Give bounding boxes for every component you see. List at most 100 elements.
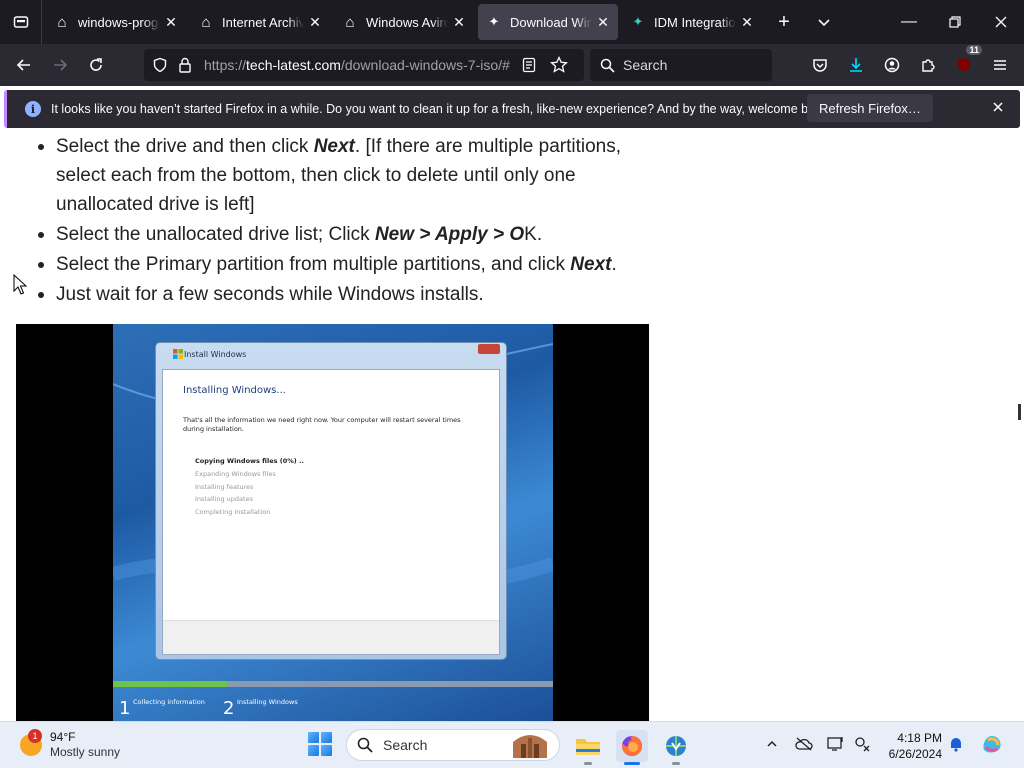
sun-icon: 1: [20, 729, 42, 756]
search-highlight-icon: [513, 735, 547, 758]
taskbar-clock[interactable]: 4:18 PM 6/26/2024: [872, 730, 942, 762]
download-icon: [850, 58, 862, 72]
weather-widget[interactable]: 1 94°F Mostly sunny: [20, 729, 121, 760]
stage-label: Collecting information: [133, 698, 205, 706]
tab-4[interactable]: ✦ Download Windows✕: [478, 4, 618, 40]
bell-icon: [951, 738, 961, 752]
bookmark-star-icon[interactable]: [550, 56, 568, 74]
tab-3[interactable]: ⌂ Windows Aviro ✕: [334, 4, 474, 40]
firefox-taskbar-button[interactable]: [616, 730, 648, 765]
close-notification-button[interactable]: [993, 99, 1003, 115]
installing-message: That's all the information we need right…: [183, 416, 461, 433]
lock-icon: [179, 57, 191, 73]
idm-taskbar-button[interactable]: [660, 730, 692, 765]
show-hidden-icons-button[interactable]: [762, 734, 782, 754]
step-text: Select the unallocated drive list; Click: [56, 224, 375, 245]
chevron-up-icon: [767, 740, 777, 747]
copilot-button[interactable]: [980, 732, 1004, 756]
archive-building-icon: ⌂: [345, 13, 355, 31]
windows7-setup-background: Install Windows Installing Windows... Th…: [113, 324, 553, 721]
install-step: Completing installation: [195, 508, 271, 517]
reader-view-icon[interactable]: [522, 57, 536, 73]
close-tab-icon[interactable]: ✕: [596, 14, 610, 31]
dialog-close-button: [478, 344, 500, 354]
weather-description: Mostly sunny: [50, 745, 121, 759]
onedrive-tray-icon[interactable]: [794, 734, 814, 754]
network-tray-icon[interactable]: [852, 734, 872, 754]
shield-icon: [153, 57, 167, 73]
account-button[interactable]: [876, 49, 908, 81]
network-icon: [855, 737, 870, 752]
tab-title: Windows Aviro: [366, 14, 448, 30]
new-tab-button[interactable]: +: [768, 6, 800, 38]
mouse-cursor-icon: [13, 274, 27, 295]
idm-puzzle-icon: ✦: [632, 14, 644, 29]
pocket-button[interactable]: [804, 49, 836, 81]
puzzle-icon: [922, 59, 935, 72]
step-item: Just wait for a few seconds while Window…: [38, 280, 658, 309]
active-indicator: [624, 762, 640, 765]
app-menu-button[interactable]: [984, 49, 1016, 81]
close-icon: [993, 102, 1003, 112]
arrow-left-icon: [16, 59, 30, 71]
tab-2[interactable]: ⌂ Internet Archive ✕: [190, 4, 330, 40]
close-tab-icon[interactable]: ✕: [452, 14, 466, 31]
step-text: Just wait for a few seconds while Window…: [56, 284, 484, 305]
taskbar-search-label: Search: [383, 737, 428, 753]
tab-title: windows-progress: [78, 14, 160, 30]
start-button[interactable]: [308, 732, 332, 756]
refresh-firefox-button[interactable]: Refresh Firefox…: [807, 94, 933, 122]
dialog-footer: [163, 620, 499, 654]
archive-building-icon: ⌂: [57, 13, 67, 31]
display-icon: [827, 737, 843, 751]
refresh-firefox-notification: i It looks like you haven’t started Fire…: [4, 90, 1020, 128]
tab-1[interactable]: ⌂ windows-progress✕: [46, 4, 186, 40]
notifications-button[interactable]: [946, 734, 966, 754]
step-text: K.: [524, 224, 543, 245]
account-icon: [884, 57, 900, 73]
ublock-origin-button[interactable]: 11: [948, 45, 982, 81]
file-explorer-button[interactable]: [572, 730, 604, 765]
back-button[interactable]: [8, 49, 40, 81]
forward-button[interactable]: [44, 49, 76, 81]
running-indicator: [672, 762, 680, 765]
tab-5[interactable]: ✦ IDM Integration ✕: [622, 4, 762, 40]
notification-text: It looks like you haven’t started Firefo…: [51, 102, 832, 116]
search-icon: [357, 737, 373, 753]
url-bar[interactable]: https://tech-latest.com/download-windows…: [144, 49, 584, 81]
url-host: tech-latest.com: [246, 57, 341, 73]
stage-label: Installing Windows: [237, 698, 298, 706]
tab-title: Internet Archive: [222, 14, 304, 30]
close-tab-icon[interactable]: ✕: [308, 14, 322, 31]
step-item: Select the unallocated drive list; Click…: [38, 220, 658, 249]
downloads-button[interactable]: [840, 49, 872, 81]
search-bar[interactable]: Search: [590, 49, 772, 81]
minimize-button[interactable]: —: [886, 0, 932, 44]
url-text: https://tech-latest.com/download-windows…: [204, 57, 516, 73]
restore-button[interactable]: [932, 0, 978, 44]
firefox-view-button[interactable]: [0, 0, 42, 44]
taskbar-search[interactable]: Search: [346, 729, 560, 761]
extensions-button[interactable]: [912, 49, 944, 81]
setup-progress-bar: [113, 681, 553, 687]
chevron-down-icon: [818, 19, 830, 27]
close-tab-icon[interactable]: ✕: [740, 14, 754, 31]
windows-logo-tile: [321, 745, 332, 756]
archive-building-icon: ⌂: [201, 13, 211, 31]
list-all-tabs-button[interactable]: [808, 6, 840, 38]
scrollbar-thumb[interactable]: [1018, 404, 1021, 420]
reload-button[interactable]: [80, 49, 112, 81]
close-window-button[interactable]: [978, 0, 1024, 44]
idm-icon: [666, 736, 686, 756]
install-step: Copying Windows files (0%) ..: [195, 457, 304, 465]
copilot-icon: [983, 736, 1001, 753]
url-scheme: https://: [204, 57, 247, 73]
pocket-icon: [813, 59, 827, 72]
tech-latest-icon: ✦: [488, 14, 500, 29]
close-tab-icon[interactable]: ✕: [164, 14, 178, 31]
install-step: Expanding Windows files: [195, 469, 276, 478]
installer-screenshot: Install Windows Installing Windows... Th…: [16, 324, 649, 721]
display-tray-icon[interactable]: [826, 734, 846, 754]
search-icon: [600, 58, 615, 73]
emphasis-text: Next: [313, 136, 355, 157]
